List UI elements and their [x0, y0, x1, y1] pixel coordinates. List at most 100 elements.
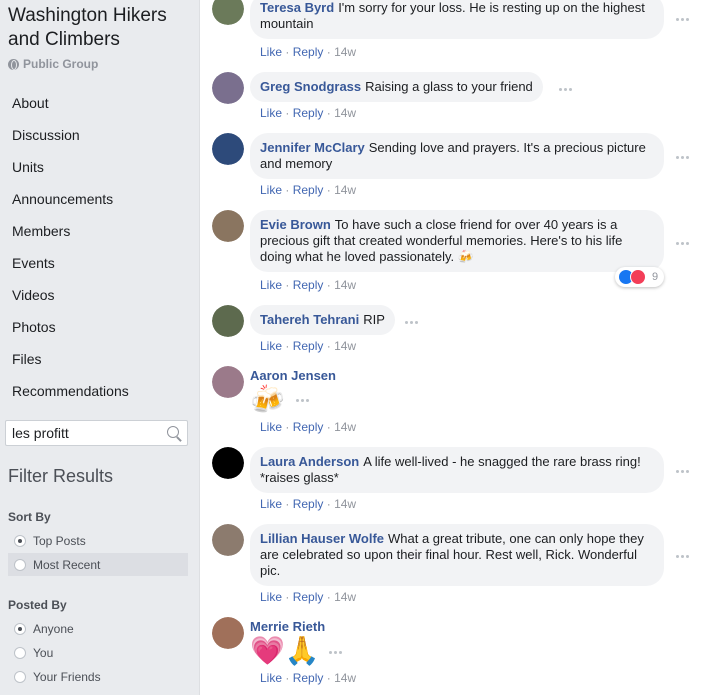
- separator: ·: [285, 420, 290, 434]
- more-options-icon[interactable]: [329, 647, 345, 657]
- comment-author[interactable]: Tahereh Tehrani: [260, 312, 359, 327]
- comment-actions: Like · Reply · 14w: [260, 420, 356, 434]
- separator: ·: [326, 497, 331, 511]
- comment-author[interactable]: Aaron Jensen: [250, 368, 336, 383]
- radio-icon[interactable]: [14, 646, 26, 659]
- reactions-summary[interactable]: 9: [615, 267, 665, 287]
- more-options-icon[interactable]: [676, 238, 692, 248]
- more-options-icon[interactable]: [296, 395, 312, 405]
- like-link[interactable]: Like: [260, 671, 282, 685]
- reply-link[interactable]: Reply: [293, 106, 324, 120]
- beers-sticker: 🍻: [250, 384, 285, 415]
- comment-actions: Like · Reply · 14w: [260, 671, 356, 685]
- avatar[interactable]: [212, 366, 244, 398]
- like-link[interactable]: Like: [260, 420, 282, 434]
- group-search-input[interactable]: [6, 421, 156, 445]
- comment: Tahereh Tehrani RIP Like · Reply · 14w: [212, 305, 692, 355]
- like-link[interactable]: Like: [260, 106, 282, 120]
- nav-item-events[interactable]: Events: [0, 247, 199, 279]
- nav-item-discussion[interactable]: Discussion: [0, 119, 199, 151]
- more-options-icon[interactable]: [676, 152, 692, 162]
- avatar[interactable]: [212, 72, 244, 104]
- comment-bubble: Jennifer McClary Sending love and prayers…: [250, 133, 664, 179]
- nav-item-files[interactable]: Files: [0, 343, 199, 375]
- sort-option-top-posts[interactable]: Top Posts: [8, 529, 188, 552]
- separator: ·: [285, 671, 290, 685]
- nav-item-members[interactable]: Members: [0, 215, 199, 247]
- comment-time[interactable]: 14w: [334, 278, 356, 292]
- comment-author[interactable]: Teresa Byrd: [260, 0, 334, 15]
- nav-item-photos[interactable]: Photos: [0, 311, 199, 343]
- comment-author[interactable]: Greg Snodgrass: [260, 79, 361, 94]
- comment-time[interactable]: 14w: [334, 420, 356, 434]
- reply-link[interactable]: Reply: [293, 671, 324, 685]
- comment-time[interactable]: 14w: [334, 671, 356, 685]
- avatar[interactable]: [212, 305, 244, 337]
- avatar[interactable]: [212, 0, 244, 25]
- like-link[interactable]: Like: [260, 45, 282, 59]
- search-icon[interactable]: [167, 426, 179, 438]
- posted-option-your-friends[interactable]: Your Friends: [8, 665, 188, 688]
- more-options-icon[interactable]: [405, 317, 421, 327]
- nav-item-recommendations[interactable]: Recommendations: [0, 375, 199, 407]
- nav-item-videos[interactable]: Videos: [0, 279, 199, 311]
- avatar[interactable]: [212, 617, 244, 649]
- radio-icon[interactable]: [14, 670, 26, 683]
- comment-author[interactable]: Laura Anderson: [260, 454, 359, 469]
- reply-link[interactable]: Reply: [293, 590, 324, 604]
- like-link[interactable]: Like: [260, 278, 282, 292]
- comment-time[interactable]: 14w: [334, 590, 356, 604]
- group-title[interactable]: Washington Hikers and Climbers: [8, 4, 198, 52]
- avatar-fill: [212, 447, 244, 479]
- radio-selected-icon[interactable]: [14, 534, 26, 547]
- comment-author[interactable]: Evie Brown: [260, 217, 331, 232]
- posted-option-you[interactable]: You: [8, 641, 188, 664]
- avatar[interactable]: [212, 133, 244, 165]
- more-options-icon[interactable]: [676, 14, 692, 24]
- sort-by-label: Sort By: [8, 510, 51, 524]
- reply-link[interactable]: Reply: [293, 183, 324, 197]
- reply-link[interactable]: Reply: [293, 278, 324, 292]
- like-link[interactable]: Like: [260, 339, 282, 353]
- nav-item-about[interactable]: About: [0, 87, 199, 119]
- separator: ·: [285, 339, 290, 353]
- more-options-icon[interactable]: [676, 466, 692, 476]
- avatar[interactable]: [212, 210, 244, 242]
- radio-icon[interactable]: [14, 558, 26, 571]
- comment-time[interactable]: 14w: [334, 339, 356, 353]
- reply-link[interactable]: Reply: [293, 339, 324, 353]
- like-link[interactable]: Like: [260, 590, 282, 604]
- radio-selected-icon[interactable]: [14, 622, 26, 635]
- posted-option-anyone[interactable]: Anyone: [8, 617, 188, 640]
- reply-link[interactable]: Reply: [293, 420, 324, 434]
- comment-bubble: Lillian Hauser Wolfe What a great tribute…: [250, 524, 664, 586]
- more-options-icon[interactable]: [676, 551, 692, 561]
- avatar-fill: [212, 210, 244, 242]
- sort-option-most-recent[interactable]: Most Recent: [8, 553, 188, 576]
- avatar-fill: [212, 133, 244, 165]
- comment-time[interactable]: 14w: [334, 497, 356, 511]
- like-link[interactable]: Like: [260, 183, 282, 197]
- comment: Merrie Rieth 💗🙏 Like · Reply · 14w: [212, 617, 692, 689]
- comment-author[interactable]: Lillian Hauser Wolfe: [260, 531, 384, 546]
- comment-time[interactable]: 14w: [334, 106, 356, 120]
- separator: ·: [326, 339, 331, 353]
- comment-time[interactable]: 14w: [334, 183, 356, 197]
- group-privacy: Public Group: [8, 57, 98, 71]
- nav-item-announcements[interactable]: Announcements: [0, 183, 199, 215]
- avatar[interactable]: [212, 524, 244, 556]
- like-link[interactable]: Like: [260, 497, 282, 511]
- comment-time[interactable]: 14w: [334, 45, 356, 59]
- comment-author[interactable]: Merrie Rieth: [250, 619, 325, 634]
- more-options-icon[interactable]: [559, 84, 575, 94]
- reply-link[interactable]: Reply: [293, 45, 324, 59]
- avatar[interactable]: [212, 447, 244, 479]
- separator: ·: [326, 671, 331, 685]
- comment-actions: Like · Reply · 14w: [260, 278, 356, 292]
- posted-option-label: You: [33, 645, 54, 660]
- comment: Teresa Byrd I'm sorry for your loss. He i…: [212, 0, 692, 61]
- comment-author[interactable]: Jennifer McClary: [260, 140, 365, 155]
- reply-link[interactable]: Reply: [293, 497, 324, 511]
- nav-item-units[interactable]: Units: [0, 151, 199, 183]
- avatar-fill: [212, 524, 244, 556]
